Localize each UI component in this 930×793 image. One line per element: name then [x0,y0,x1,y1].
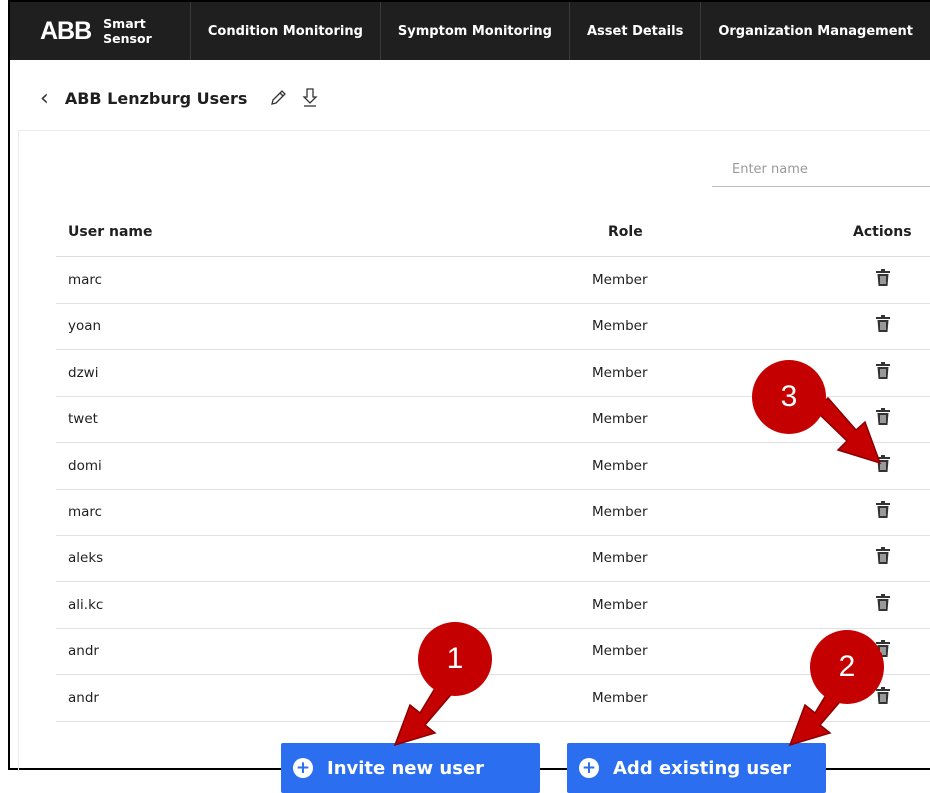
annotation-badge-2: 2 [810,630,884,704]
annotation-badge-1: 1 [418,622,492,696]
arrow-3 [813,396,882,465]
annotation-badge-3: 3 [752,360,826,434]
